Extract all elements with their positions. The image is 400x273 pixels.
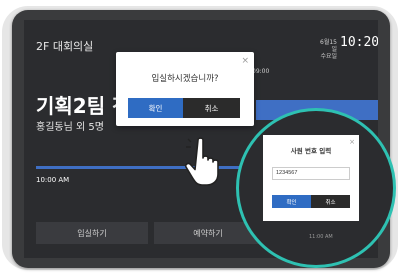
confirm-message: 입실하시겠습니까? [151,74,219,84]
meeting-attendees: 홍길동님 외 5명 [36,122,104,133]
date-display: 6월15일 수요일 [317,39,337,60]
confirm-cancel-button[interactable]: 취소 [183,98,240,118]
employee-id-title: 사원 번호 입력 [290,147,332,155]
checkin-button[interactable]: 입실하기 [36,222,148,244]
room-name: 2F 대회의실 [36,40,94,53]
time-label-right: 09:00 [252,68,270,75]
close-icon[interactable]: × [241,56,249,66]
hand-pointer-icon [184,137,219,186]
zoom-callout: × 사원 번호 입력 1234567 확인 취소 11:00 AM [236,108,396,268]
employee-id-dialog: × 사원 번호 입력 1234567 확인 취소 [263,135,359,221]
employee-id-input[interactable]: 1234567 [272,167,350,180]
zoom-time-label: 11:00 AM [309,234,333,240]
clock: 10:20 [340,35,378,50]
time-start-label: 10:00 AM [36,176,70,184]
employee-id-cancel-button[interactable]: 취소 [311,195,350,208]
date-day: 6월15일 [320,39,337,53]
confirm-ok-button[interactable]: 확인 [128,98,183,118]
employee-id-ok-button[interactable]: 확인 [272,195,311,208]
confirm-dialog: × 입실하시겠습니까? 확인 취소 [116,52,254,126]
date-weekday: 수요일 [320,53,337,60]
